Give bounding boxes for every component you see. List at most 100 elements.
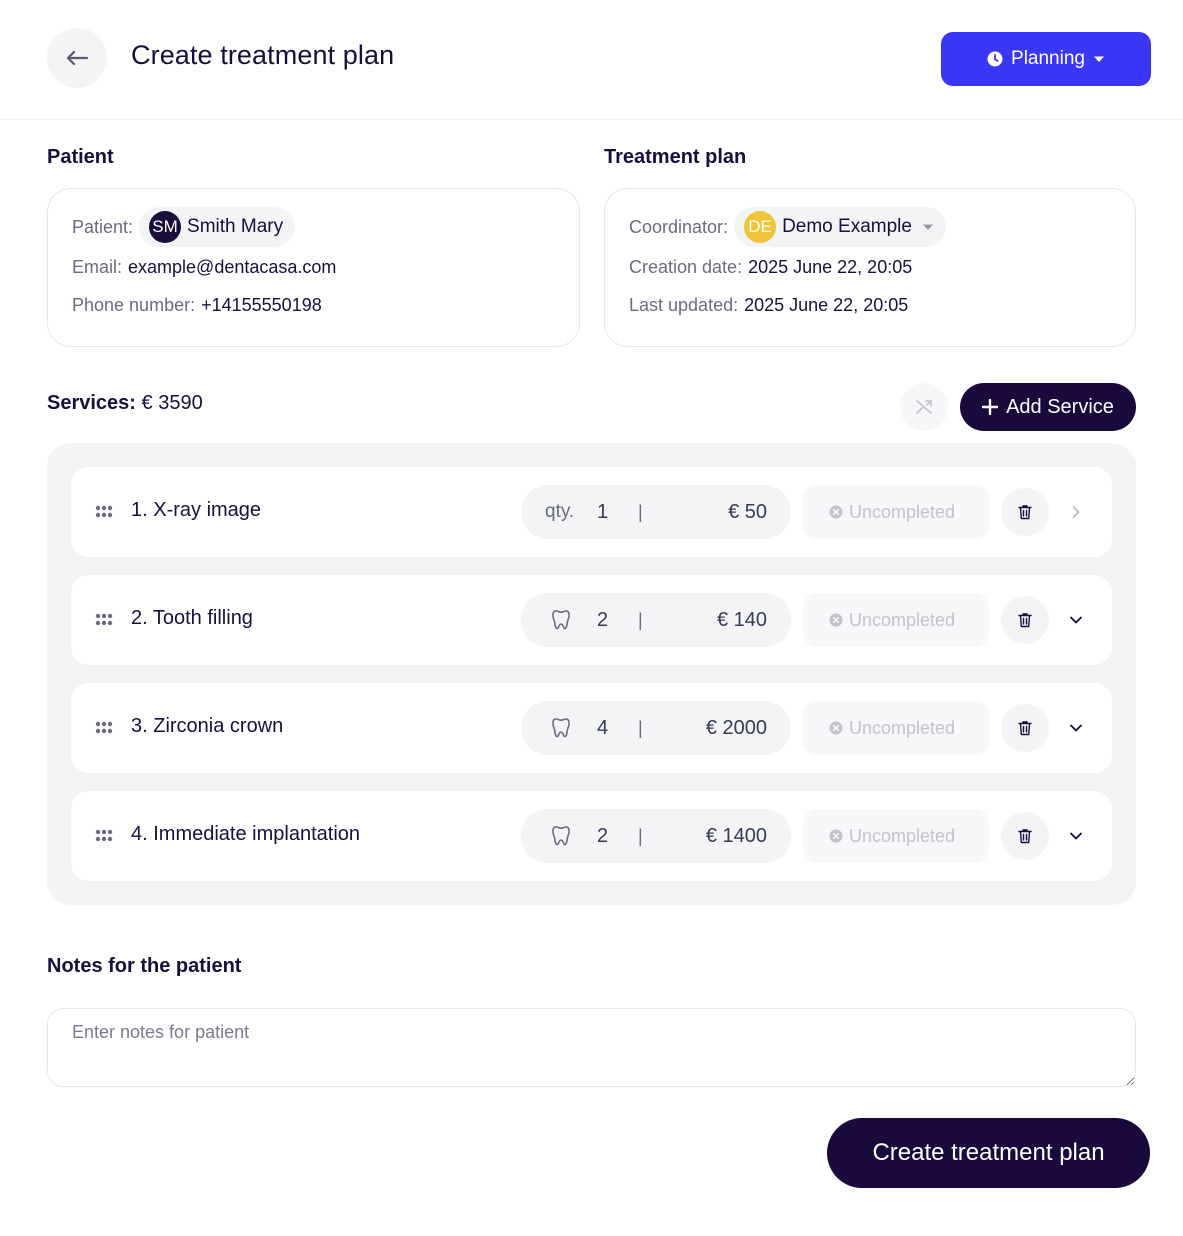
page-header: Create treatment plan Planning <box>0 0 1183 120</box>
tooth-icon <box>552 826 570 846</box>
treatment-plan-card: Coordinator: DE Demo Example Creation da… <box>604 188 1136 347</box>
service-row[interactable]: 4. Immediate implantation 2 | € 1400 Unc… <box>71 791 1112 881</box>
service-row[interactable]: 3. Zirconia crown 4 | € 2000 Uncompleted <box>71 683 1112 773</box>
patient-card: Patient: SM Smith Mary Email: example@de… <box>47 188 580 347</box>
services-list: 1. X-ray image qty. 1 | € 50 Uncompleted <box>47 443 1136 905</box>
add-service-label: Add Service <box>1006 395 1114 418</box>
patient-heading: Patient <box>47 146 114 168</box>
drag-handle-icon[interactable] <box>95 613 113 627</box>
service-name: 4. Immediate implantation <box>131 823 361 845</box>
coordinator-dropdown[interactable]: DE Demo Example <box>734 207 946 247</box>
plus-icon <box>982 399 999 415</box>
last-updated-value: 2025 June 22, 20:05 <box>744 295 909 315</box>
coordinator-row: Coordinator: DE Demo Example <box>629 207 946 247</box>
separator: | <box>638 501 643 522</box>
trash-icon <box>1018 829 1032 844</box>
create-treatment-plan-button[interactable]: Create treatment plan <box>827 1118 1150 1188</box>
services-total-value: € 3590 <box>141 392 203 414</box>
patient-row: Patient: SM Smith Mary <box>72 207 296 247</box>
expand-button[interactable] <box>1064 716 1088 740</box>
quantity-price-field[interactable]: qty. 1 | € 50 <box>521 485 791 539</box>
expand-button[interactable] <box>1064 608 1088 632</box>
service-name: 2. Tooth filling <box>131 607 253 629</box>
tooth-icon <box>552 610 570 630</box>
x-circle-icon <box>829 721 843 735</box>
service-row[interactable]: 1. X-ray image qty. 1 | € 50 Uncompleted <box>71 467 1112 557</box>
last-updated-row: Last updated: 2025 June 22, 20:05 <box>629 295 908 316</box>
chevron-down-icon <box>1070 832 1082 840</box>
quantity-price-field[interactable]: 2 | € 1400 <box>521 809 791 863</box>
patient-chip[interactable]: SM Smith Mary <box>139 207 296 247</box>
service-row[interactable]: 2. Tooth filling 2 | € 140 Uncompleted <box>71 575 1112 665</box>
status-dropdown-button[interactable]: Planning <box>941 32 1151 86</box>
service-name: 3. Zirconia crown <box>131 715 284 737</box>
phone-row: Phone number: +14155550198 <box>72 295 322 316</box>
avatar: DE <box>744 211 777 243</box>
coordinator-label: Coordinator: <box>629 216 729 237</box>
x-circle-icon <box>829 505 843 519</box>
quantity-price-field[interactable]: 2 | € 140 <box>521 593 791 647</box>
quantity-value[interactable]: 2 <box>597 825 608 848</box>
price-value[interactable]: € 2000 <box>706 717 767 740</box>
quantity-value[interactable]: 2 <box>597 609 608 632</box>
x-circle-icon <box>829 829 843 843</box>
creation-date-value: 2025 June 22, 20:05 <box>748 257 913 277</box>
clock-icon <box>987 51 1003 67</box>
status-button[interactable]: Uncompleted <box>803 809 989 863</box>
x-circle-icon <box>829 613 843 627</box>
quantity-value[interactable]: 1 <box>597 501 608 524</box>
status-button[interactable]: Uncompleted <box>803 485 989 539</box>
reorder-button[interactable] <box>900 383 948 431</box>
status-label: Planning <box>1011 48 1085 69</box>
trash-icon <box>1018 613 1032 628</box>
chevron-down-icon <box>1070 724 1082 732</box>
page-title: Create treatment plan <box>131 40 395 70</box>
qty-label: qty. <box>545 501 575 522</box>
notes-textarea[interactable] <box>47 1008 1136 1087</box>
status-label: Uncompleted <box>849 609 956 630</box>
patient-label: Patient: <box>72 216 134 237</box>
price-value[interactable]: € 50 <box>728 501 767 524</box>
delete-service-button[interactable] <box>1001 596 1049 644</box>
delete-service-button[interactable] <box>1001 704 1049 752</box>
treatment-plan-heading: Treatment plan <box>604 146 747 168</box>
price-value[interactable]: € 140 <box>717 609 767 632</box>
price-value[interactable]: € 1400 <box>706 825 767 848</box>
phone-label: Phone number: <box>72 295 196 315</box>
expand-button[interactable] <box>1064 500 1088 524</box>
trash-icon <box>1018 721 1032 736</box>
drag-handle-icon[interactable] <box>95 829 113 843</box>
service-name: 1. X-ray image <box>131 499 262 521</box>
services-label: Services: <box>47 392 136 414</box>
status-button[interactable]: Uncompleted <box>803 701 989 755</box>
email-label: Email: <box>72 257 123 277</box>
patient-name: Smith Mary <box>187 216 284 237</box>
creation-date-row: Creation date: 2025 June 22, 20:05 <box>629 257 912 278</box>
delete-service-button[interactable] <box>1001 812 1049 860</box>
expand-button[interactable] <box>1064 824 1088 848</box>
drag-handle-icon[interactable] <box>95 721 113 735</box>
chevron-down-icon <box>1070 616 1082 624</box>
trash-icon <box>1018 505 1032 520</box>
delete-service-button[interactable] <box>1001 488 1049 536</box>
drag-handle-icon[interactable] <box>95 505 113 519</box>
separator: | <box>638 717 643 738</box>
avatar: SM <box>149 211 182 243</box>
shuffle-icon <box>916 400 932 414</box>
status-label: Uncompleted <box>849 501 956 522</box>
email-row: Email: example@dentacasa.com <box>72 257 336 278</box>
chevron-right-icon <box>1072 506 1080 518</box>
creation-date-label: Creation date: <box>629 257 743 277</box>
quantity-price-field[interactable]: 4 | € 2000 <box>521 701 791 755</box>
separator: | <box>638 609 643 630</box>
status-button[interactable]: Uncompleted <box>803 593 989 647</box>
back-button[interactable] <box>47 28 107 88</box>
quantity-value[interactable]: 4 <box>597 717 608 740</box>
services-total: Services: € 3590 <box>47 392 203 415</box>
notes-heading: Notes for the patient <box>47 955 242 977</box>
last-updated-label: Last updated: <box>629 295 739 315</box>
add-service-button[interactable]: Add Service <box>960 383 1136 431</box>
caret-down-icon <box>1093 56 1104 62</box>
separator: | <box>638 825 643 846</box>
email-value: example@dentacasa.com <box>128 257 337 277</box>
